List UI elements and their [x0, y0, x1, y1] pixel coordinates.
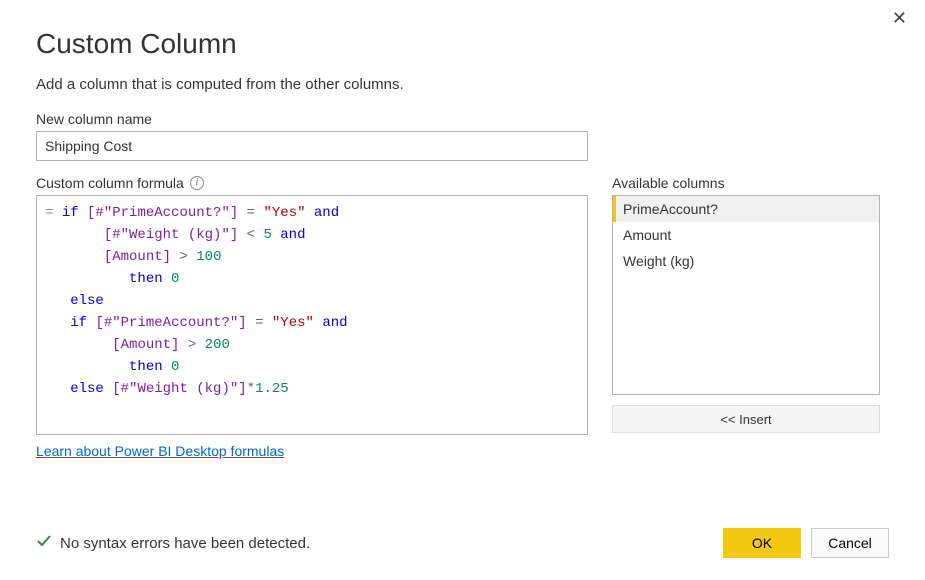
close-icon[interactable]: ✕ — [892, 8, 907, 29]
available-columns-label: Available columns — [612, 175, 880, 191]
available-columns-list[interactable]: PrimeAccount?AmountWeight (kg) — [612, 195, 880, 395]
insert-button[interactable]: << Insert — [612, 405, 880, 433]
formula-editor[interactable]: = if [#"PrimeAccount?"] = "Yes" and [#"W… — [36, 195, 588, 435]
check-icon — [36, 533, 52, 553]
available-column-item[interactable]: PrimeAccount? — [613, 196, 879, 222]
available-column-item[interactable]: Weight (kg) — [613, 248, 879, 274]
available-column-item[interactable]: Amount — [613, 222, 879, 248]
learn-formulas-link[interactable]: Learn about Power BI Desktop formulas — [36, 443, 284, 459]
dialog-title: Custom Column — [36, 28, 889, 60]
custom-column-dialog: ✕ Custom Column Add a column that is com… — [0, 0, 925, 481]
new-column-name-input[interactable] — [36, 131, 588, 161]
info-icon[interactable]: i — [190, 176, 204, 190]
syntax-status-text: No syntax errors have been detected. — [60, 535, 310, 552]
dialog-footer: No syntax errors have been detected. OK … — [36, 528, 889, 558]
dialog-subtitle: Add a column that is computed from the o… — [36, 76, 889, 93]
syntax-status: No syntax errors have been detected. — [36, 533, 310, 553]
cancel-button[interactable]: Cancel — [811, 528, 889, 558]
ok-button[interactable]: OK — [723, 528, 801, 558]
new-column-name-label: New column name — [36, 111, 889, 127]
formula-label: Custom column formula — [36, 175, 184, 191]
